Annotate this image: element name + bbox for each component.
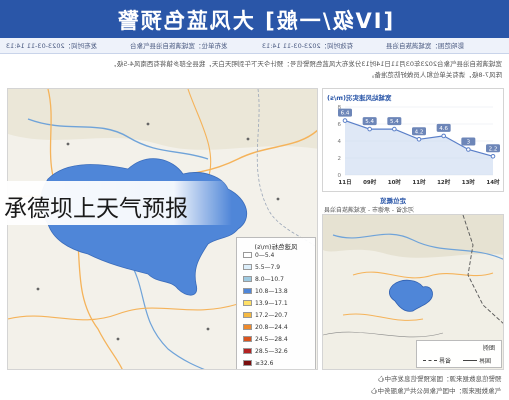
legend-swatch [243, 360, 252, 366]
overlay-title: 承德坝上天气预报 [4, 196, 188, 222]
legend-label: ≥32.6 [255, 359, 274, 367]
legend-item: 13.9—17.1 [243, 299, 288, 307]
x-tick-label: 11时 [412, 178, 426, 186]
meta-publisher: 发布单位：宽城满族自治县气象台 [130, 42, 228, 50]
meta-area: 影响范围：宽城满族自治县 [386, 42, 464, 50]
legend-item-province: 省界 [423, 356, 451, 365]
data-label: 5.4 [365, 119, 374, 125]
x-tick-label: 11日 [338, 179, 351, 186]
legend-swatch [463, 360, 477, 361]
legend-item: 5.5—7.9 [243, 263, 280, 271]
legend-item: ≥32.6 [243, 359, 273, 367]
y-tick-label: 2 [338, 156, 342, 162]
road [8, 303, 239, 321]
legend-swatch [243, 276, 252, 282]
y-tick-label: 0 [338, 173, 342, 179]
data-point [367, 126, 372, 132]
legend-swatch [243, 312, 252, 318]
legend-label: 17.2—20.7 [255, 311, 288, 319]
data-label: 4.2 [415, 129, 424, 135]
warning-header: [IV级/一般] 大风蓝色预警 [0, 0, 509, 38]
x-tick-label: 10时 [388, 178, 402, 186]
footer-source-weather: 气象数据来源：中国气象局公共气象服务中心 [371, 387, 501, 395]
legend-label: 国界 [479, 358, 492, 365]
wind-speed-chart: 024686.411日5.409时5.410时4.211时4.612时313时2… [338, 105, 501, 186]
warning-title: [IV级/一般] 大风蓝色预警 [115, 9, 394, 33]
data-label: 3 [467, 140, 471, 146]
meta-valid-time: 有效时间：2023-03-11 14:13 [262, 42, 354, 50]
location-map: 图例 省界 国界 [322, 214, 504, 370]
county-highlight [389, 279, 433, 312]
data-label: 6.4 [341, 111, 350, 117]
data-point [441, 133, 446, 139]
warning-area [40, 158, 248, 296]
y-tick-label: 4 [338, 139, 342, 145]
x-tick-label: 09时 [363, 178, 377, 186]
legend-swatch [243, 324, 252, 330]
legend-swatch [243, 300, 252, 306]
y-tick-label: 6 [338, 122, 342, 128]
road [342, 313, 424, 321]
legend-item: 24.5—28.4 [243, 335, 288, 343]
wind-warning-map: 风速色标(m/s) 0—5.4 5.5—7.9 8.0—10.7 10.8—13… [7, 88, 318, 370]
data-point [342, 118, 348, 123]
data-label: 2.2 [489, 146, 498, 152]
legend-label: 5.5—7.9 [255, 263, 281, 271]
data-point [466, 147, 471, 152]
legend-label: 8.0—10.7 [255, 275, 284, 283]
legend-item: 10.8—13.8 [243, 287, 288, 295]
x-tick-label: 12时 [437, 178, 451, 186]
legend-label: 0—5.4 [255, 251, 275, 259]
location-legend-title: 图例 [483, 345, 496, 352]
data-label: 4.6 [439, 126, 448, 132]
footer-source-warning: 预警信息数据来源：国家预警信息发布中心 [377, 375, 502, 383]
data-point [416, 137, 422, 142]
x-tick-label: 13时 [462, 178, 476, 186]
legend-swatch [243, 288, 252, 294]
legend-item: 28.5—32.6 [243, 347, 288, 355]
legend-label: 20.8—24.4 [255, 323, 288, 331]
legend-label: 24.5—28.4 [255, 335, 288, 343]
wind-speed-chart-card: 宽城站风速实况(m/s) 0 2 4 6 8 6.4 11日 5.4 09时 5.4 10时 4.2 1… [322, 88, 504, 192]
legend-item: 0—5.4 [243, 251, 274, 259]
legend-label: 10.8—13.8 [255, 287, 288, 295]
location-heading: 定位概览 [380, 197, 406, 205]
location-legend: 图例 省界 国界 [416, 340, 502, 368]
meta-publish-time: 发布时间：2023-03-11 14:13 [6, 42, 98, 50]
warning-text-line-2: 阵风7-8级，请有关单位和人员做好防范准备。 [367, 71, 502, 79]
legend-swatch [243, 252, 252, 258]
legend-item-national: 国界 [463, 356, 491, 365]
road [352, 271, 494, 279]
legend-label: 省界 [439, 358, 452, 365]
legend-item: 20.8—24.4 [243, 323, 288, 331]
legend-swatch [243, 348, 252, 354]
legend-item: 17.2—20.7 [243, 311, 288, 319]
legend-item: 8.0—10.7 [243, 275, 284, 283]
data-point [392, 126, 397, 132]
data-label: 5.4 [390, 119, 399, 125]
warning-meta-bar: 发布时间：2023-03-11 14:13 发布单位：宽城满族自治县气象台 有效… [0, 38, 509, 54]
data-point [490, 154, 496, 159]
county-boundary [323, 331, 444, 338]
legend-label: 13.9—17.1 [255, 299, 288, 307]
warning-text-line-1: 宽城满族自治县气象台2023年03月11日14时13分发布大风蓝色预警信号：预计… [110, 60, 502, 68]
legend-title: 风速色标(m/s) [254, 243, 298, 251]
x-tick-label: 14时 [486, 178, 500, 186]
location-path: 河北省 - 承德市 - 宽城满族自治县 [324, 207, 414, 214]
legend-swatch [423, 360, 437, 361]
legend-label: 28.5—32.6 [255, 347, 288, 355]
wind-speed-legend: 风速色标(m/s) 0—5.4 5.5—7.9 8.0—10.7 10.8—13… [236, 237, 316, 369]
legend-swatch [243, 336, 252, 342]
legend-swatch [243, 264, 252, 270]
